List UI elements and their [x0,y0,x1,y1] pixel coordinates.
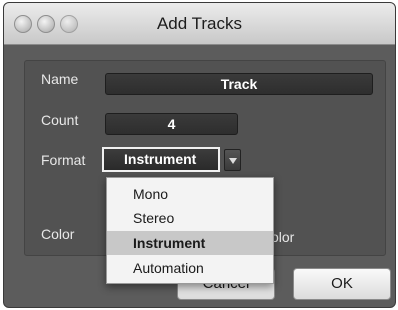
menu-item-automation[interactable]: Automation [107,256,273,280]
format-dropdown-menu: Mono Stereo Instrument Automation [106,177,274,284]
color-label: Color [41,226,75,242]
ok-button[interactable]: OK [293,268,391,300]
menu-item-instrument[interactable]: Instrument [107,231,273,255]
title-bar: Add Tracks [4,3,395,45]
name-field[interactable]: Track [105,73,373,95]
count-label: Count [41,112,79,128]
window-title: Add Tracks [156,14,243,33]
format-label: Format [41,152,86,168]
add-tracks-dialog: Add Tracks Name Track Count 4 Format Col… [3,2,396,308]
name-label: Name [41,71,79,87]
chevron-down-icon[interactable] [224,149,241,171]
count-field[interactable]: 4 [105,113,238,135]
format-select[interactable]: Instrument [102,147,220,172]
menu-item-stereo[interactable]: Stereo [107,206,273,230]
menu-item-mono[interactable]: Mono [107,182,273,206]
color-label-partial: olor [271,229,295,245]
